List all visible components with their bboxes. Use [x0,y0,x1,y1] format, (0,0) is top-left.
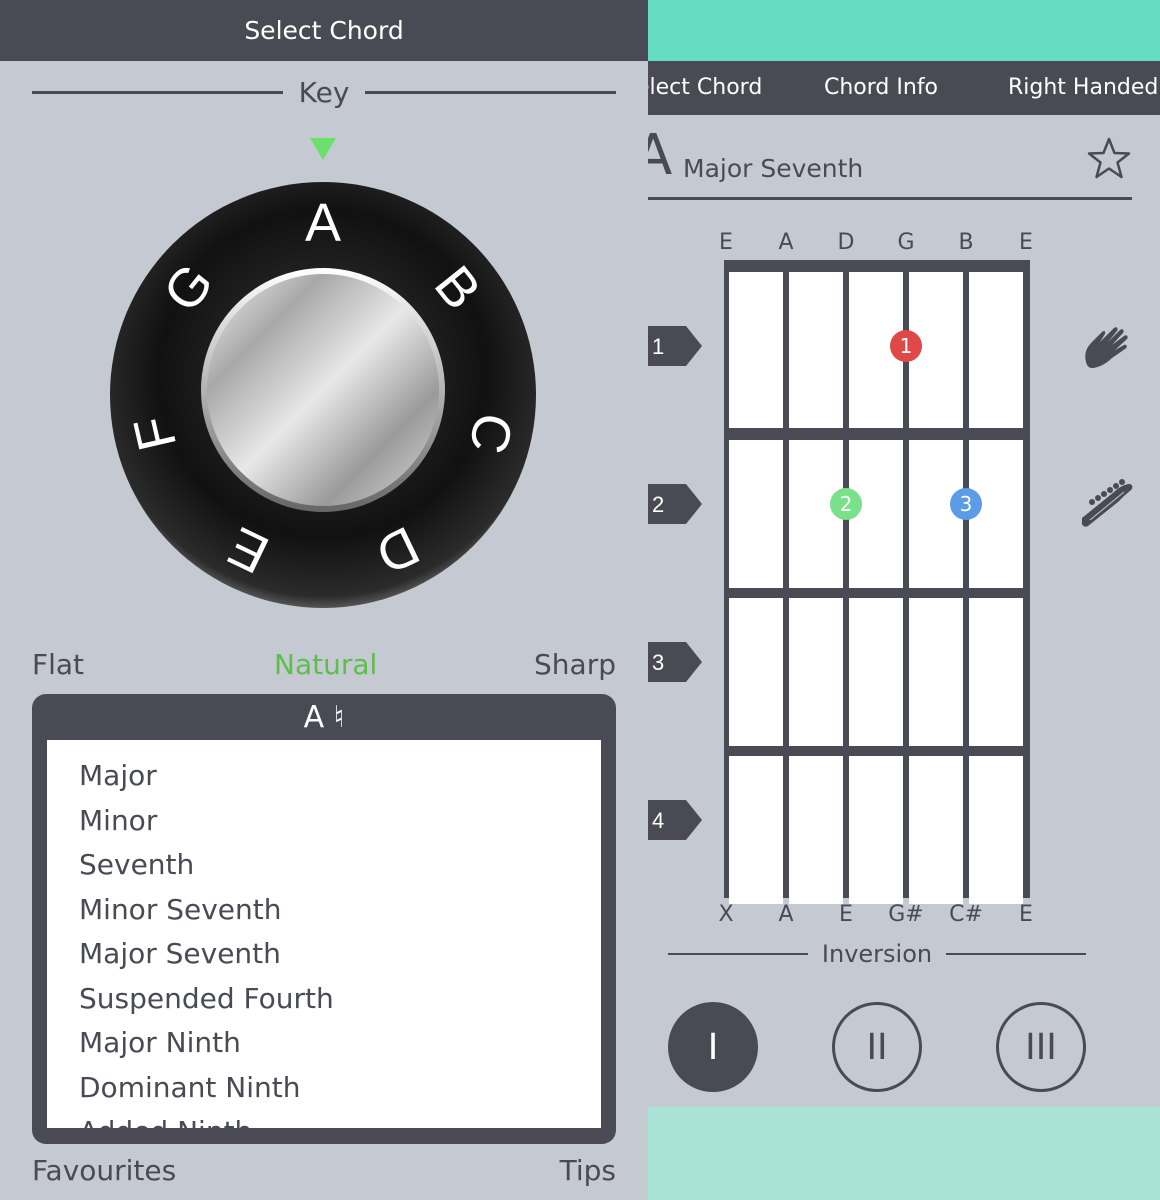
chord-type-item[interactable]: Minor Seventh [47,888,601,933]
tips-link[interactable]: Tips [560,1154,616,1187]
bottom-accent-band [648,1107,1160,1200]
top-accent-band [648,0,1160,61]
open-string-label: E [1019,230,1033,255]
fret-cell [729,598,783,746]
fret-number-text: 2 [652,492,664,517]
flat-option[interactable]: Flat [32,648,84,681]
fret-number-marker: 1 [648,326,702,366]
played-note-label: C# [949,902,983,927]
chord-type-item[interactable]: Suspended Fourth [47,977,601,1022]
chord-header: A Major Seventh [648,128,1132,200]
finger-dot: 2 [830,488,862,520]
open-string-label: B [958,230,974,255]
fret-number-marker: 4 [648,800,702,840]
key-label: Key [298,76,350,109]
fret-cell [969,756,1023,904]
chord-type-item[interactable]: Major Ninth [47,1021,601,1066]
natural-option[interactable]: Natural [274,648,377,681]
chord-root: A [648,123,673,188]
chord-type-item[interactable]: Seventh [47,843,601,888]
divider-line [365,91,617,94]
fret-cell [849,756,903,904]
chord-detail-panel: elect Chord Chord Info Right Handed A Ma… [648,0,1160,1200]
chord-type-item[interactable]: Added Ninth [47,1110,601,1128]
fret-cell [909,756,963,904]
dial-letter-a[interactable]: A [305,193,341,253]
played-note-label: A [778,902,794,927]
fret-cell [789,756,843,904]
tab-bar: elect Chord Chord Info Right Handed [648,61,1160,115]
inversion-3-button[interactable]: III [996,1002,1086,1092]
star-icon[interactable] [1086,136,1132,180]
selected-key-title: A ♮ [303,699,345,735]
chord-type-item[interactable]: Dominant Ninth [47,1066,601,1111]
played-note-label: G# [888,902,924,927]
select-chord-panel: Select Chord Key A B C D E F G Flat Natu… [0,0,648,1200]
fret-number-text: 4 [652,808,664,833]
header-title: Select Chord [244,16,404,45]
chord-type-list[interactable]: Major Minor Seventh Minor Seventh Major Seve… [47,740,601,1128]
chord-type-box: A ♮ Major Minor Seventh Minor Seventh Major … [32,694,616,1144]
finger-dot: 3 [950,488,982,520]
chord-type-item[interactable]: Major [47,754,601,799]
played-note-label: E [839,902,853,927]
inversion-label: Inversion [821,940,933,968]
favourites-link[interactable]: Favourites [32,1154,176,1187]
guitar-headstock-icon[interactable] [1078,478,1136,530]
fret-cell [729,440,783,588]
finger-dot: 1 [890,330,922,362]
chord-type-item[interactable]: Major Seventh [47,932,601,977]
key-pointer-icon [310,138,336,160]
hand-icon[interactable] [1080,318,1136,374]
fret-number-text: 3 [652,650,664,675]
chord-name: Major Seventh [683,154,864,183]
key-dial[interactable]: ABCDEFG [108,180,538,610]
key-section-title: Key [32,76,617,109]
tab-right-handed[interactable]: Right Handed [1008,61,1158,115]
open-string-label: A [778,230,794,255]
fret-cell [729,756,783,904]
dial-knob [207,274,439,506]
fret-cell [969,272,1023,428]
fret-number-marker: 2 [648,484,702,524]
divider-line [668,953,808,955]
tab-select-chord[interactable]: elect Chord [648,61,762,115]
fret-cell [969,598,1023,746]
fret-cell [909,598,963,746]
sharp-option[interactable]: Sharp [534,648,616,681]
tab-chord-info[interactable]: Chord Info [824,61,938,115]
divider-line [946,953,1087,955]
fret-cell [789,272,843,428]
open-string-label: D [837,230,855,255]
select-chord-header: Select Chord [0,0,648,61]
fret-number-text: 1 [652,334,664,359]
fret-cell [789,598,843,746]
fretboard [724,260,1030,904]
inversion-section-title: Inversion [668,940,1087,968]
played-note-label: X [718,902,734,927]
open-string-label: G [897,230,915,255]
fret-cell [729,272,783,428]
played-note-label: E [1019,902,1033,927]
fret-cell [849,598,903,746]
inversion-2-button[interactable]: II [832,1002,922,1092]
fret-number-marker: 3 [648,642,702,682]
open-string-label: E [719,230,733,255]
chord-type-item[interactable]: Minor [47,799,601,844]
divider-line [32,91,283,94]
inversion-1-button[interactable]: I [668,1002,758,1092]
